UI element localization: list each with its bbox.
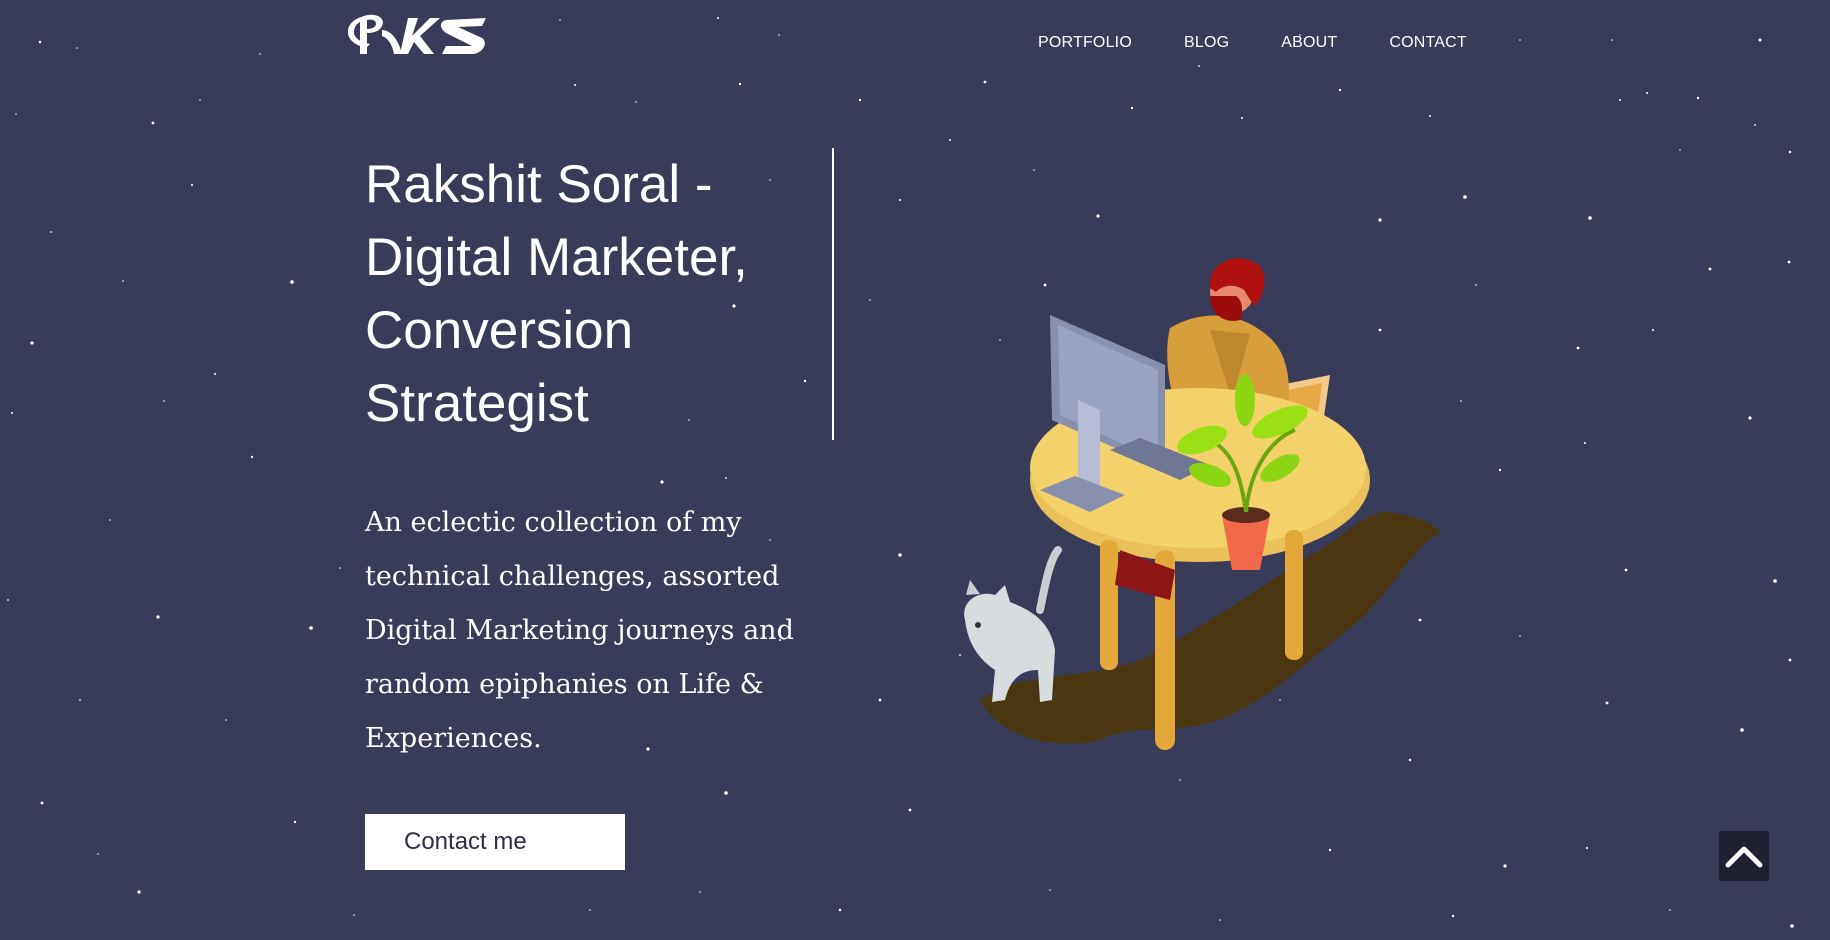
scroll-to-top-button[interactable] bbox=[1719, 831, 1769, 881]
hero-title: Rakshit Soral - Digital Marketer, Conver… bbox=[365, 155, 748, 433]
nav-link-contact[interactable]: CONTACT bbox=[1389, 34, 1467, 52]
chevron-up-icon bbox=[1725, 846, 1763, 868]
hero-description: An eclectic collection of my technical c… bbox=[365, 507, 794, 754]
main-nav: PORTFOLIO BLOG ABOUT CONTACT bbox=[1038, 34, 1467, 52]
nav-link-blog[interactable]: BLOG bbox=[1184, 34, 1229, 52]
starfield-background bbox=[7, 17, 1794, 928]
rks-logo[interactable] bbox=[346, 12, 496, 58]
hero-divider bbox=[832, 148, 834, 440]
nav-link-portfolio[interactable]: PORTFOLIO bbox=[1038, 34, 1132, 52]
nav-link-about[interactable]: ABOUT bbox=[1281, 34, 1337, 52]
contact-me-button[interactable]: Contact me bbox=[365, 814, 625, 870]
person-at-desk-illustration bbox=[964, 258, 1440, 750]
